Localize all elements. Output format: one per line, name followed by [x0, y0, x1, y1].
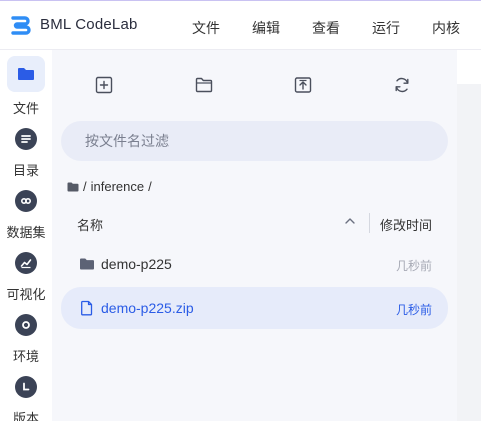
menu-edit[interactable]: 编辑 — [252, 18, 280, 38]
app-window: BML CodeLab 文件 编辑 查看 运行 内核 文件 目录 数据集 可视化… — [0, 0, 481, 421]
activity-rail: 文件 目录 数据集 可视化 环境 版本 — [0, 50, 52, 421]
app-brand: BML CodeLab — [40, 16, 138, 33]
clock-icon — [15, 376, 37, 398]
breadcrumb: / inference / — [67, 179, 156, 194]
rail-item-version[interactable]: 版本 — [0, 374, 52, 421]
rail-item-datasets[interactable]: 数据集 — [0, 188, 52, 250]
upload-icon[interactable] — [293, 75, 313, 95]
menu-kernel[interactable]: 内核 — [432, 18, 460, 38]
breadcrumb-segment[interactable]: inference — [91, 179, 144, 194]
file-row-folder[interactable]: demo-p225 几秒前 — [61, 243, 448, 285]
breadcrumb-separator: / — [83, 179, 87, 194]
editor-area-edge — [457, 84, 481, 421]
rail-item-files[interactable]: 文件 — [0, 56, 52, 118]
rail-label-files: 文件 — [12, 101, 39, 116]
folder-icon — [7, 56, 45, 92]
rail-label-version: 版本 — [12, 411, 39, 421]
refresh-icon[interactable] — [392, 75, 412, 95]
file-name: demo-p225 — [101, 256, 172, 272]
list-icon — [15, 128, 37, 150]
rail-item-outline[interactable]: 目录 — [0, 126, 52, 188]
file-name: demo-p225.zip — [101, 300, 194, 316]
file-browser-panel: / inference / 名称 修改时间 demo-p225 几秒前 demo… — [52, 50, 457, 421]
codelab-logo-icon — [11, 16, 31, 35]
top-bar: BML CodeLab 文件 编辑 查看 运行 内核 — [0, 0, 481, 50]
rail-label-datasets: 数据集 — [6, 225, 46, 240]
editor-gutter — [457, 50, 481, 421]
menu-run[interactable]: 运行 — [372, 18, 400, 38]
sort-chevron-up-icon[interactable] — [344, 216, 356, 226]
rail-label-environment: 环境 — [12, 349, 39, 364]
column-divider — [369, 213, 370, 233]
folder-icon — [80, 258, 94, 270]
new-folder-icon[interactable] — [194, 75, 214, 95]
rail-item-visualization[interactable]: 可视化 — [0, 250, 52, 312]
filter-input[interactable] — [61, 121, 448, 161]
rail-item-environment[interactable]: 环境 — [0, 312, 52, 374]
breadcrumb-trailing-separator: / — [148, 179, 152, 194]
menu-view[interactable]: 查看 — [312, 18, 340, 38]
chart-icon — [15, 252, 37, 274]
file-modified-time: 几秒前 — [395, 303, 432, 317]
new-file-icon[interactable] — [94, 75, 114, 95]
menu-file[interactable]: 文件 — [192, 18, 220, 38]
file-icon — [81, 300, 93, 316]
circle-icon — [15, 314, 37, 336]
column-header-modified[interactable]: 修改时间 — [380, 215, 432, 234]
column-header-name[interactable]: 名称 — [77, 215, 103, 234]
file-row-zip[interactable]: demo-p225.zip 几秒前 — [61, 287, 448, 329]
rail-label-outline: 目录 — [12, 163, 39, 178]
file-modified-time: 几秒前 — [395, 259, 432, 273]
link-icon — [15, 190, 37, 212]
rail-label-visualization: 可视化 — [6, 287, 46, 302]
home-folder-icon[interactable] — [67, 182, 79, 192]
